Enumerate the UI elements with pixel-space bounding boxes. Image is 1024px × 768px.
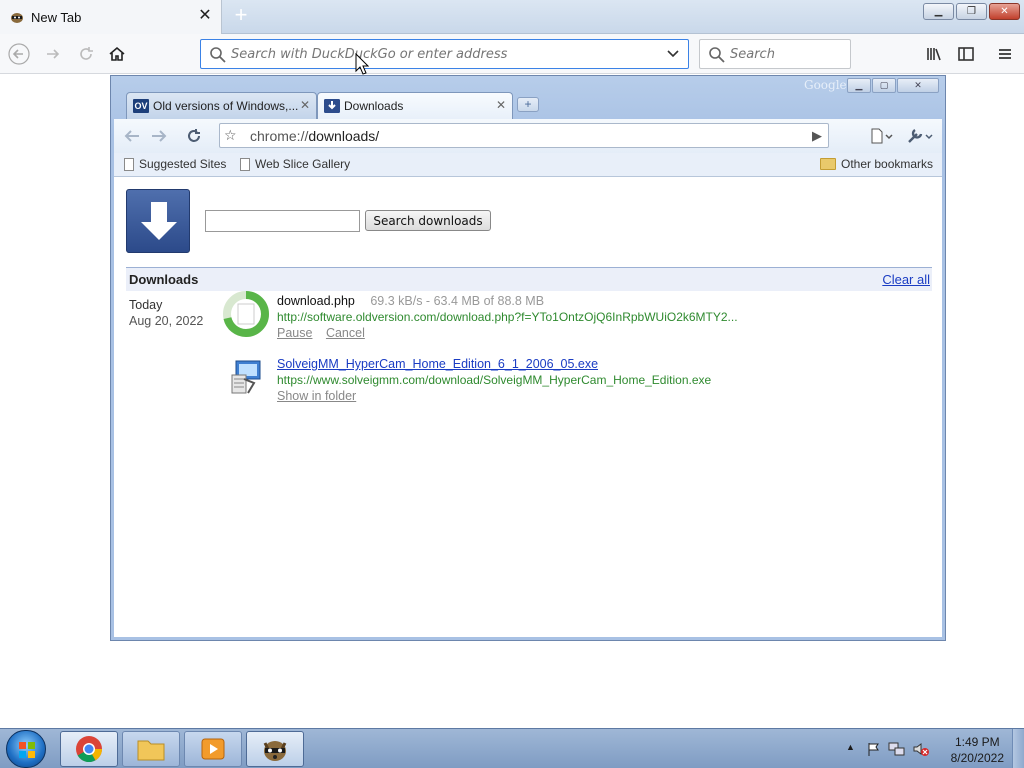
restore-button[interactable]: ❐ [956,3,987,20]
reload-icon[interactable] [75,43,97,65]
tab-title: Old versions of Windows,... [153,99,299,113]
close-window-button[interactable]: ✕ [989,3,1020,20]
search-downloads-button[interactable]: Search downloads [365,210,491,231]
media-player-icon [201,738,225,760]
pause-link[interactable]: Pause [277,326,312,340]
firefox-tab-new-tab[interactable]: New Tab ✕ [0,0,222,34]
bookmark-web-slice-gallery[interactable]: Web Slice Gallery [240,157,350,171]
chrome-google-watermark: Google [804,78,847,92]
chrome-tab-downloads[interactable]: Downloads ✕ [317,92,513,119]
cancel-link[interactable]: Cancel [326,326,365,340]
volume-muted-icon[interactable] [912,741,930,757]
taskbar-media-player-button[interactable] [184,731,242,767]
taskbar-firefox-button[interactable] [246,731,304,767]
download-url: https://www.solveigmm.com/download/Solve… [277,373,712,387]
system-tray: ▲ 1:49 PM 8/20/2022 [834,729,1024,768]
new-tab-plus-icon[interactable]: + [230,4,252,27]
downloads-logo-icon [126,189,190,253]
tab-title: Downloads [344,99,404,113]
firefox-navigation-bar [0,34,1024,75]
taskbar-explorer-button[interactable] [122,731,180,767]
chrome-maximize-button[interactable]: ▢ [872,78,896,93]
clock-time: 1:49 PM [954,735,1000,749]
downloads-heading: Downloads [129,272,199,287]
windows-logo-icon [19,742,35,758]
forward-arrow-icon[interactable] [147,124,171,148]
chrome-new-tab-button[interactable]: + [517,97,539,112]
installer-exe-icon [231,360,261,394]
date-label: Today [129,298,163,312]
chrome-close-button[interactable]: ✕ [897,78,939,93]
downloads-favicon-icon [324,99,340,113]
show-in-folder-link[interactable]: Show in folder [277,389,356,403]
downloads-header: Downloads Clear all [126,267,932,291]
library-icon[interactable] [923,43,945,65]
download-filename: download.php [277,294,355,308]
address-bar[interactable] [200,39,689,69]
go-play-icon[interactable]: ▶ [812,128,822,144]
other-bookmarks[interactable]: Other bookmarks [820,157,933,171]
close-tab-icon[interactable]: ✕ [496,98,506,112]
taskbar-chrome-button[interactable] [60,731,118,767]
close-tab-icon[interactable]: ✕ [300,98,310,112]
folder-icon [137,740,165,761]
chrome-omnibox[interactable]: ☆ chrome://downloads/ ▶ [219,123,829,148]
taskbar: ▲ 1:49 PM 8/20/2022 [0,728,1024,768]
network-icon[interactable] [888,741,906,757]
action-center-flag-icon[interactable] [866,741,882,757]
firefox-tab-title: New Tab [31,10,82,25]
sidebar-icon[interactable] [955,43,977,65]
bookmarks-bar: Suggested Sites Web Slice Gallery Other … [114,153,942,177]
forward-arrow-icon[interactable] [42,43,64,65]
show-desktop-button[interactable] [1012,729,1024,768]
firefox-window-controls: ▁ ❐ ✕ [923,3,1020,20]
mouse-cursor-icon [355,53,369,75]
page-icon [240,157,250,171]
raccoon-app-icon [263,741,287,761]
chrome-toolbar: ☆ chrome://downloads/ ▶ [114,119,942,153]
search-input[interactable] [730,45,845,63]
bookmark-star-icon[interactable]: ☆ [224,127,237,144]
chrome-tab-old-versions[interactable]: OV Old versions of Windows,... ✕ [126,92,317,119]
reload-icon[interactable] [182,124,206,148]
downloads-search-input[interactable] [205,210,360,232]
minimize-button[interactable]: ▁ [923,3,954,20]
download-status: 69.3 kB/s - 63.4 MB of 88.8 MB [370,294,545,308]
date-value: Aug 20, 2022 [129,314,204,328]
search-box[interactable] [699,39,851,69]
search-icon [709,47,725,63]
page-icon [124,157,134,171]
raccoon-favicon-icon [11,13,23,23]
back-arrow-icon[interactable] [8,43,30,65]
address-input[interactable] [231,45,651,63]
clear-all-link[interactable]: Clear all [882,272,930,287]
menu-hamburger-icon[interactable] [994,43,1016,65]
chrome-icon [76,736,103,763]
folder-icon [820,158,836,170]
start-button[interactable] [6,730,46,768]
download-date-group: Today Aug 20, 2022 [129,297,203,329]
ov-favicon-icon: OV [133,99,149,113]
wrench-menu-icon[interactable] [904,124,938,148]
download-filename-link[interactable]: SolveigMM_HyperCam_Home_Edition_6_1_2006… [277,357,598,371]
chrome-window: Google ▁ ▢ ✕ OV Old versions of Windows,… [110,75,946,641]
bookmark-suggested-sites[interactable]: Suggested Sites [124,157,226,171]
omnibox-url[interactable]: chrome://downloads/ [250,128,379,144]
firefox-tab-strip: New Tab ✕ + ▁ ❐ ✕ [0,0,1024,34]
home-icon[interactable] [106,43,128,65]
download-url: http://software.oldversion.com/download.… [277,310,738,324]
chrome-window-controls: ▁ ▢ ✕ [847,78,939,93]
close-tab-icon[interactable]: ✕ [197,8,213,24]
page-menu-icon[interactable] [866,124,898,148]
show-hidden-icons-icon[interactable]: ▲ [846,742,855,752]
clock[interactable]: 1:49 PM 8/20/2022 [951,734,1004,766]
downloads-page: Search downloads Downloads Clear all Tod… [114,177,942,637]
back-arrow-icon[interactable] [120,124,144,148]
chrome-minimize-button[interactable]: ▁ [847,78,871,93]
search-icon [210,47,226,63]
clock-date: 8/20/2022 [950,751,1004,765]
chevron-down-icon[interactable] [666,46,680,60]
download-progress-icon [223,291,269,337]
